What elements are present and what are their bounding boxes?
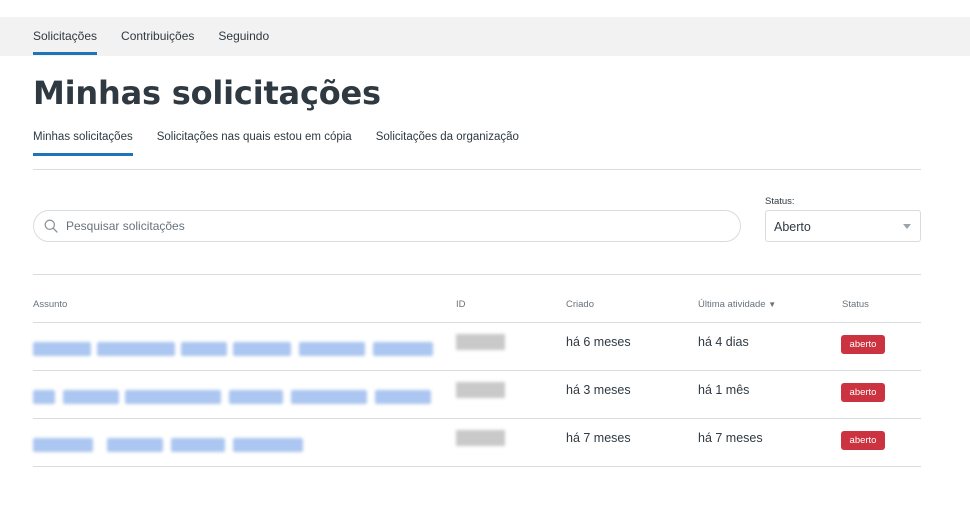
request-created: há 3 meses xyxy=(566,383,631,397)
table-row[interactable]: há 3 meses há 1 mês aberto xyxy=(33,371,921,419)
tabs-divider xyxy=(33,169,921,170)
table-row[interactable]: há 6 meses há 4 dias aberto xyxy=(33,323,921,371)
column-header-last-activity-label: Última atividade xyxy=(698,299,766,310)
status-badge: aberto xyxy=(841,431,885,450)
status-filter-value: Aberto xyxy=(774,220,811,234)
request-id xyxy=(456,382,505,398)
status-badge: aberto xyxy=(841,383,885,402)
chevron-down-icon xyxy=(903,224,911,229)
request-subject-link[interactable] xyxy=(33,438,303,452)
request-created: há 6 meses xyxy=(566,335,631,349)
top-nav-item-contribuicoes[interactable]: Contribuições xyxy=(121,17,194,56)
request-last-activity: há 4 dias xyxy=(698,335,749,349)
request-subject-link[interactable] xyxy=(33,342,433,356)
top-navigation-bar: Solicitações Contribuições Seguindo xyxy=(0,17,970,56)
tab-cc-requests[interactable]: Solicitações nas quais estou em cópia xyxy=(157,126,352,156)
search-field[interactable] xyxy=(33,210,741,242)
search-input[interactable] xyxy=(66,211,726,241)
status-badge: aberto xyxy=(841,335,885,354)
sort-descending-icon: ▼ xyxy=(768,300,777,309)
column-header-status[interactable]: Status xyxy=(842,299,869,310)
column-header-subject[interactable]: Assunto xyxy=(33,299,67,310)
search-icon xyxy=(44,219,58,233)
request-id xyxy=(456,430,505,446)
request-created: há 7 meses xyxy=(566,431,631,445)
page-title: Minhas solicitações xyxy=(33,74,381,112)
column-header-last-activity[interactable]: Última atividade ▼ xyxy=(698,299,776,310)
status-filter-select[interactable]: Aberto xyxy=(765,210,921,242)
status-filter-label: Status: xyxy=(765,196,795,207)
requests-tabs: Minhas solicitações Solicitações nas qua… xyxy=(33,126,543,156)
filters-divider xyxy=(33,274,921,275)
column-header-id[interactable]: ID xyxy=(456,299,466,310)
top-nav: Solicitações Contribuições Seguindo xyxy=(33,17,293,56)
table-bottom-divider xyxy=(33,466,921,467)
request-last-activity: há 7 meses xyxy=(698,431,763,445)
column-header-created[interactable]: Criado xyxy=(566,299,594,310)
request-id xyxy=(456,334,505,350)
top-nav-item-seguindo[interactable]: Seguindo xyxy=(218,17,269,56)
request-last-activity: há 1 mês xyxy=(698,383,750,397)
tab-organization-requests[interactable]: Solicitações da organização xyxy=(376,126,519,156)
tab-my-requests[interactable]: Minhas solicitações xyxy=(33,126,133,156)
table-row[interactable]: há 7 meses há 7 meses aberto xyxy=(33,419,921,467)
top-nav-item-solicitacoes[interactable]: Solicitações xyxy=(33,17,98,56)
request-subject-link[interactable] xyxy=(33,390,431,404)
